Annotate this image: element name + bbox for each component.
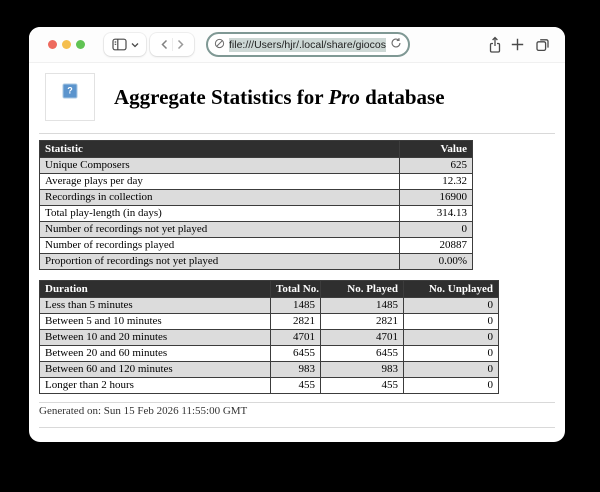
table-row: Recordings in collection16900	[40, 190, 473, 206]
cell: 625	[400, 158, 473, 174]
table-row: Between 20 and 60 minutes645564550	[40, 346, 499, 362]
column-header: Value	[400, 141, 473, 158]
cell: 1485	[271, 298, 321, 314]
table-row: Proportion of recordings not yet played0…	[40, 254, 473, 270]
divider	[39, 133, 555, 134]
table-row: Number of recordings played20887	[40, 238, 473, 254]
table-row: Total play-length (in days)314.13	[40, 206, 473, 222]
header-row: DurationTotal No.No. PlayedNo. Unplayed	[40, 281, 499, 298]
divider	[39, 427, 555, 428]
cell: 4701	[271, 330, 321, 346]
cell: 983	[321, 362, 404, 378]
browser-toolbar: file:///Users/hjr/.local/share/giocoso3/…	[29, 27, 565, 63]
table-row: Between 60 and 120 minutes9839830	[40, 362, 499, 378]
cell: Number of recordings not yet played	[40, 222, 400, 238]
back-icon[interactable]	[160, 39, 169, 50]
sidebar-icon[interactable]	[112, 38, 127, 51]
cell: Recordings in collection	[40, 190, 400, 206]
share-icon[interactable]	[487, 36, 503, 59]
table-row: Number of recordings not yet played0	[40, 222, 473, 238]
column-header: No. Played	[321, 281, 404, 298]
page-title: Aggregate Statistics for Pro database	[114, 85, 445, 110]
cell: 0	[404, 346, 499, 362]
cell: Longer than 2 hours	[40, 378, 271, 394]
table-row: Average plays per day12.32	[40, 174, 473, 190]
address-bar[interactable]: file:///Users/hjr/.local/share/giocoso3/…	[206, 32, 410, 57]
cell: 455	[321, 378, 404, 394]
table-row: Unique Composers625	[40, 158, 473, 174]
cell: 6455	[271, 346, 321, 362]
cell: Total play-length (in days)	[40, 206, 400, 222]
history-nav	[150, 33, 194, 56]
column-header: Duration	[40, 281, 271, 298]
cell: 0	[404, 298, 499, 314]
missing-image-icon: ?	[63, 84, 78, 99]
column-header: Total No.	[271, 281, 321, 298]
page-title-prefix: Aggregate Statistics for	[114, 85, 328, 109]
broken-image-placeholder: ?	[45, 73, 95, 121]
cell: Average plays per day	[40, 174, 400, 190]
cell: 2821	[271, 314, 321, 330]
generated-timestamp: Generated on: Sun 15 Feb 2026 11:55:00 G…	[39, 405, 247, 417]
cell: Number of recordings played	[40, 238, 400, 254]
circle-slash-icon	[214, 36, 225, 54]
duration-table: DurationTotal No.No. PlayedNo. UnplayedL…	[39, 280, 499, 394]
cell: 12.32	[400, 174, 473, 190]
column-header: Statistic	[40, 141, 400, 158]
column-header: No. Unplayed	[404, 281, 499, 298]
table-row: Between 10 and 20 minutes470147010	[40, 330, 499, 346]
cell: 455	[271, 378, 321, 394]
reload-icon[interactable]	[390, 36, 402, 54]
page-title-suffix: database	[360, 85, 445, 109]
cell: 0	[404, 378, 499, 394]
zoom-window-button[interactable]	[76, 40, 85, 49]
cell: Less than 5 minutes	[40, 298, 271, 314]
page-header: ? Aggregate Statistics for Pro database	[45, 73, 445, 121]
url-text[interactable]: file:///Users/hjr/.local/share/giocoso3/…	[229, 38, 386, 52]
cell: Between 20 and 60 minutes	[40, 346, 271, 362]
table-row: Between 5 and 10 minutes282128210	[40, 314, 499, 330]
cell: 0	[400, 222, 473, 238]
cell: Between 60 and 120 minutes	[40, 362, 271, 378]
tab-overview-icon[interactable]	[535, 37, 550, 57]
cell: 16900	[400, 190, 473, 206]
cell: Between 10 and 20 minutes	[40, 330, 271, 346]
minimize-window-button[interactable]	[62, 40, 71, 49]
table-row: Longer than 2 hours4554550	[40, 378, 499, 394]
nav-divider	[172, 38, 173, 51]
page-title-db-name: Pro	[328, 85, 360, 109]
forward-icon[interactable]	[176, 39, 185, 50]
cell: 0.00%	[400, 254, 473, 270]
close-window-button[interactable]	[48, 40, 57, 49]
cell: 0	[404, 330, 499, 346]
cell: 6455	[321, 346, 404, 362]
cell: 1485	[321, 298, 404, 314]
cell: 4701	[321, 330, 404, 346]
sidebar-controls	[104, 33, 146, 56]
browser-window: file:///Users/hjr/.local/share/giocoso3/…	[29, 27, 565, 442]
cell: 0	[404, 362, 499, 378]
header-row: StatisticValue	[40, 141, 473, 158]
cell: 2821	[321, 314, 404, 330]
cell: 0	[404, 314, 499, 330]
divider	[39, 402, 555, 403]
stats-table: StatisticValueUnique Composers625Average…	[39, 140, 473, 270]
cell: 983	[271, 362, 321, 378]
cell: Between 5 and 10 minutes	[40, 314, 271, 330]
table-row: Less than 5 minutes148514850	[40, 298, 499, 314]
cell: Unique Composers	[40, 158, 400, 174]
new-tab-icon[interactable]	[511, 38, 524, 56]
cell: 314.13	[400, 206, 473, 222]
chevron-down-icon[interactable]	[131, 42, 139, 48]
cell: Proportion of recordings not yet played	[40, 254, 400, 270]
cell: 20887	[400, 238, 473, 254]
